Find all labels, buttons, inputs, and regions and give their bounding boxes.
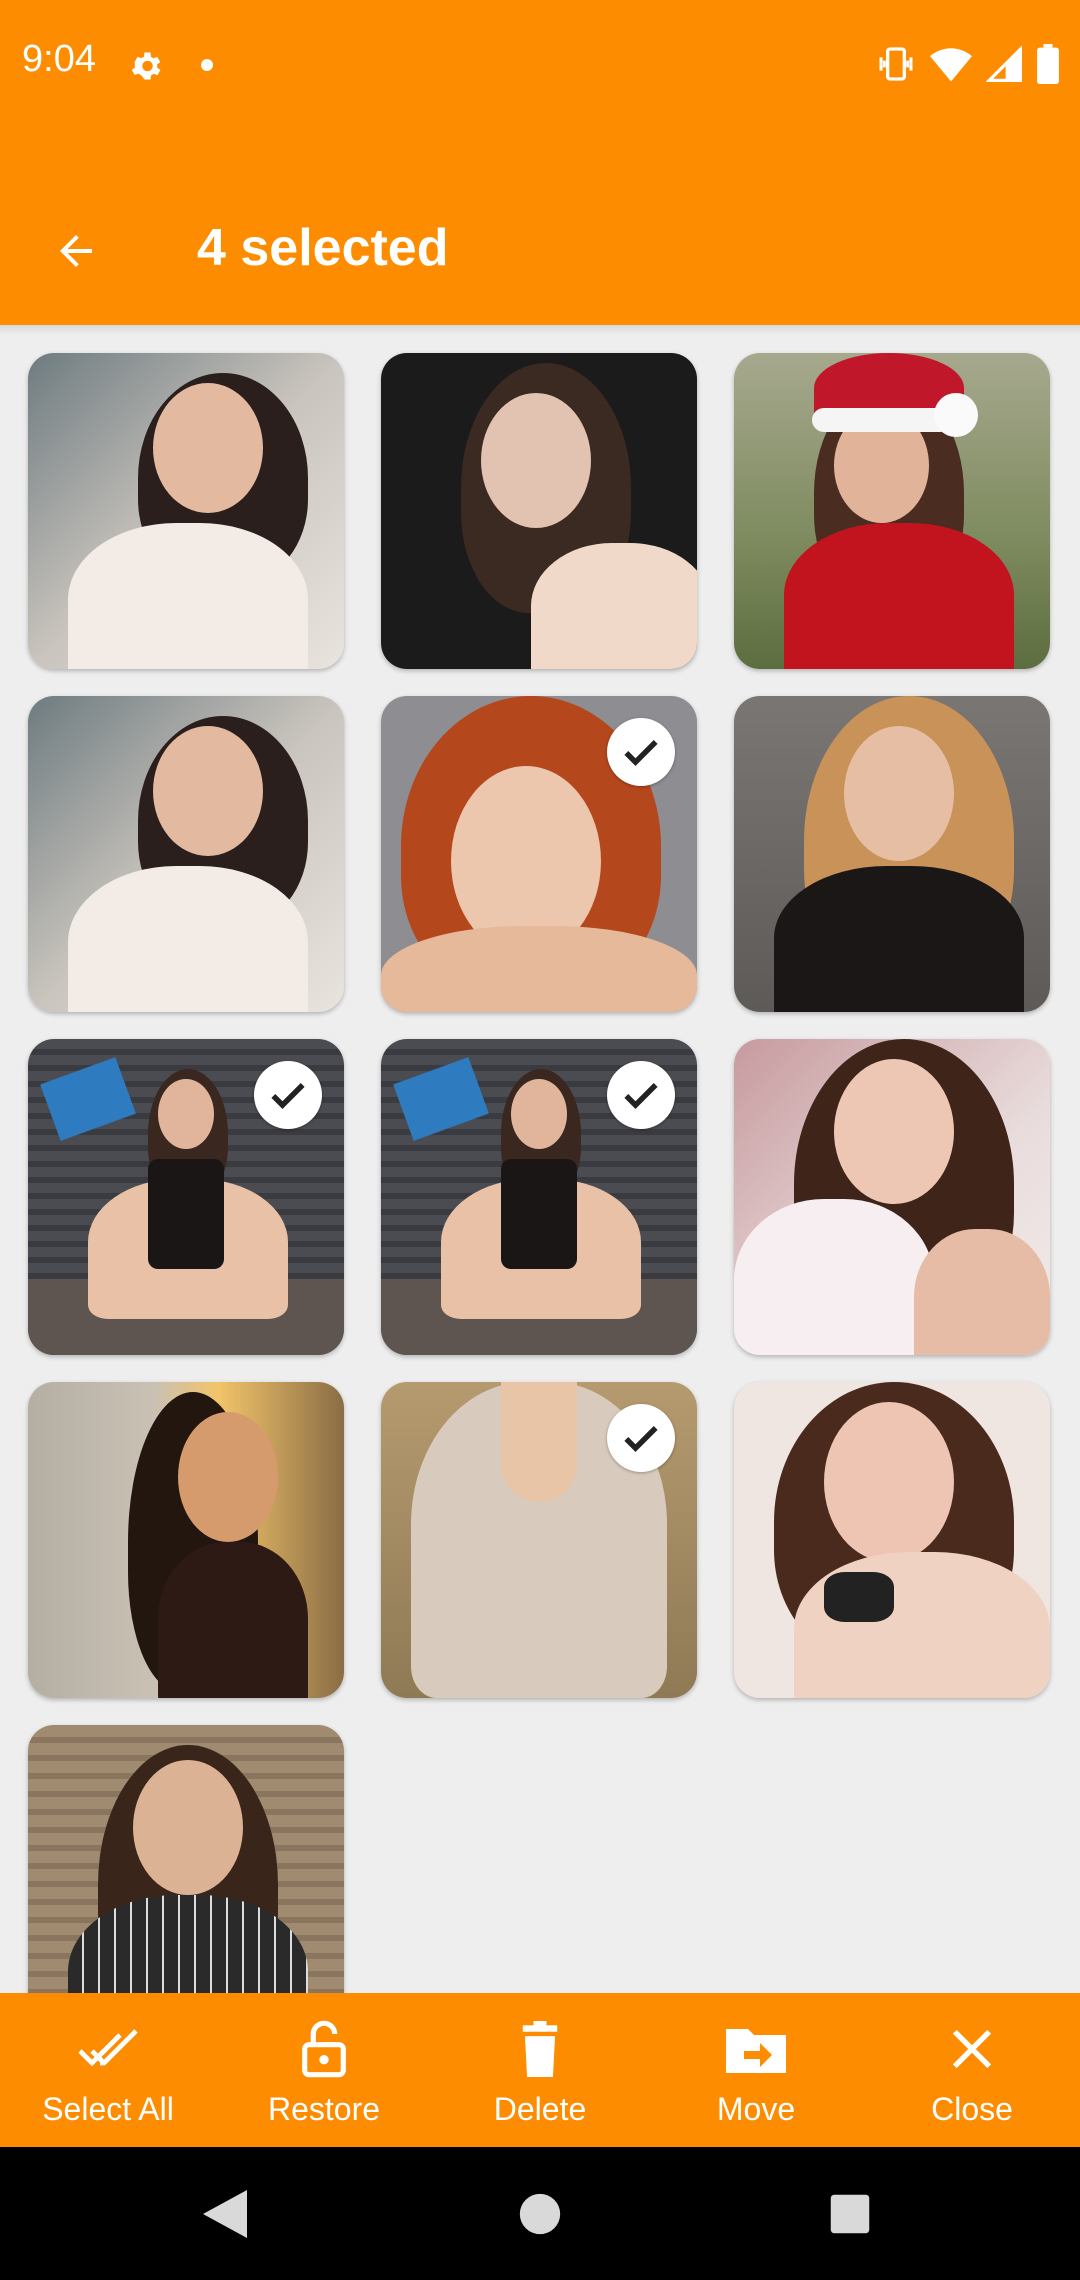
photo-tile[interactable]: [734, 1039, 1050, 1355]
photo-tile[interactable]: [381, 696, 697, 1012]
photo-tile[interactable]: [381, 1039, 697, 1355]
status-bar: 9:04: [0, 0, 1080, 137]
page-title: 4 selected: [197, 219, 449, 277]
restore-button[interactable]: Restore: [216, 1993, 432, 2147]
selected-check-icon: [254, 1061, 322, 1129]
arrow-left-icon: [60, 235, 92, 267]
bottom-action-bar: Select All Restore Delete Move Close: [0, 1993, 1080, 2147]
select-all-label: Select All: [42, 2091, 174, 2127]
photo-tile[interactable]: [734, 1382, 1050, 1698]
nav-back-button[interactable]: [192, 2181, 258, 2247]
recents-square-icon: [830, 2194, 870, 2234]
selected-check-icon: [607, 1404, 675, 1472]
photo-tile[interactable]: [28, 353, 344, 669]
trash-icon: [522, 2021, 558, 2077]
unlock-icon: [302, 2020, 346, 2078]
double-check-icon: [78, 2029, 138, 2067]
photo-tile[interactable]: [381, 1382, 697, 1698]
signal-icon: [986, 45, 1022, 82]
battery-icon: [1037, 44, 1059, 84]
wifi-icon: [930, 48, 972, 82]
delete-button[interactable]: Delete: [432, 1993, 648, 2147]
vibrate-icon: [879, 47, 913, 81]
restore-label: Restore: [267, 2091, 381, 2127]
app-bar-shadow: [0, 325, 1080, 335]
photo-tile[interactable]: [734, 353, 1050, 669]
close-label: Close: [931, 2091, 1013, 2127]
app-bar: 4 selected: [0, 137, 1080, 325]
back-button[interactable]: [40, 215, 112, 287]
back-triangle-icon: [203, 2190, 247, 2238]
move-button[interactable]: Move: [648, 1993, 864, 2147]
photo-tile[interactable]: [28, 696, 344, 1012]
status-time: 9:04: [22, 38, 96, 80]
close-button[interactable]: Close: [864, 1993, 1080, 2147]
selected-check-icon: [607, 718, 675, 786]
photo-tile[interactable]: [734, 696, 1050, 1012]
selected-check-icon: [607, 1061, 675, 1129]
photo-tile[interactable]: [28, 1725, 344, 1993]
photo-tile[interactable]: [28, 1382, 344, 1698]
nav-home-button[interactable]: [507, 2181, 573, 2247]
photo-tile[interactable]: [28, 1039, 344, 1355]
close-icon: [952, 2029, 992, 2069]
photo-tile[interactable]: [381, 353, 697, 669]
delete-label: Delete: [493, 2091, 587, 2127]
gear-icon: [131, 52, 161, 80]
photo-grid[interactable]: [0, 335, 1080, 1993]
move-label: Move: [716, 2091, 796, 2127]
select-all-button[interactable]: Select All: [0, 1993, 216, 2147]
home-circle-icon: [519, 2193, 561, 2235]
folder-move-icon: [726, 2029, 786, 2073]
notification-dot-icon: [201, 59, 213, 71]
system-nav-bar: [0, 2147, 1080, 2280]
nav-recents-button[interactable]: [817, 2181, 883, 2247]
